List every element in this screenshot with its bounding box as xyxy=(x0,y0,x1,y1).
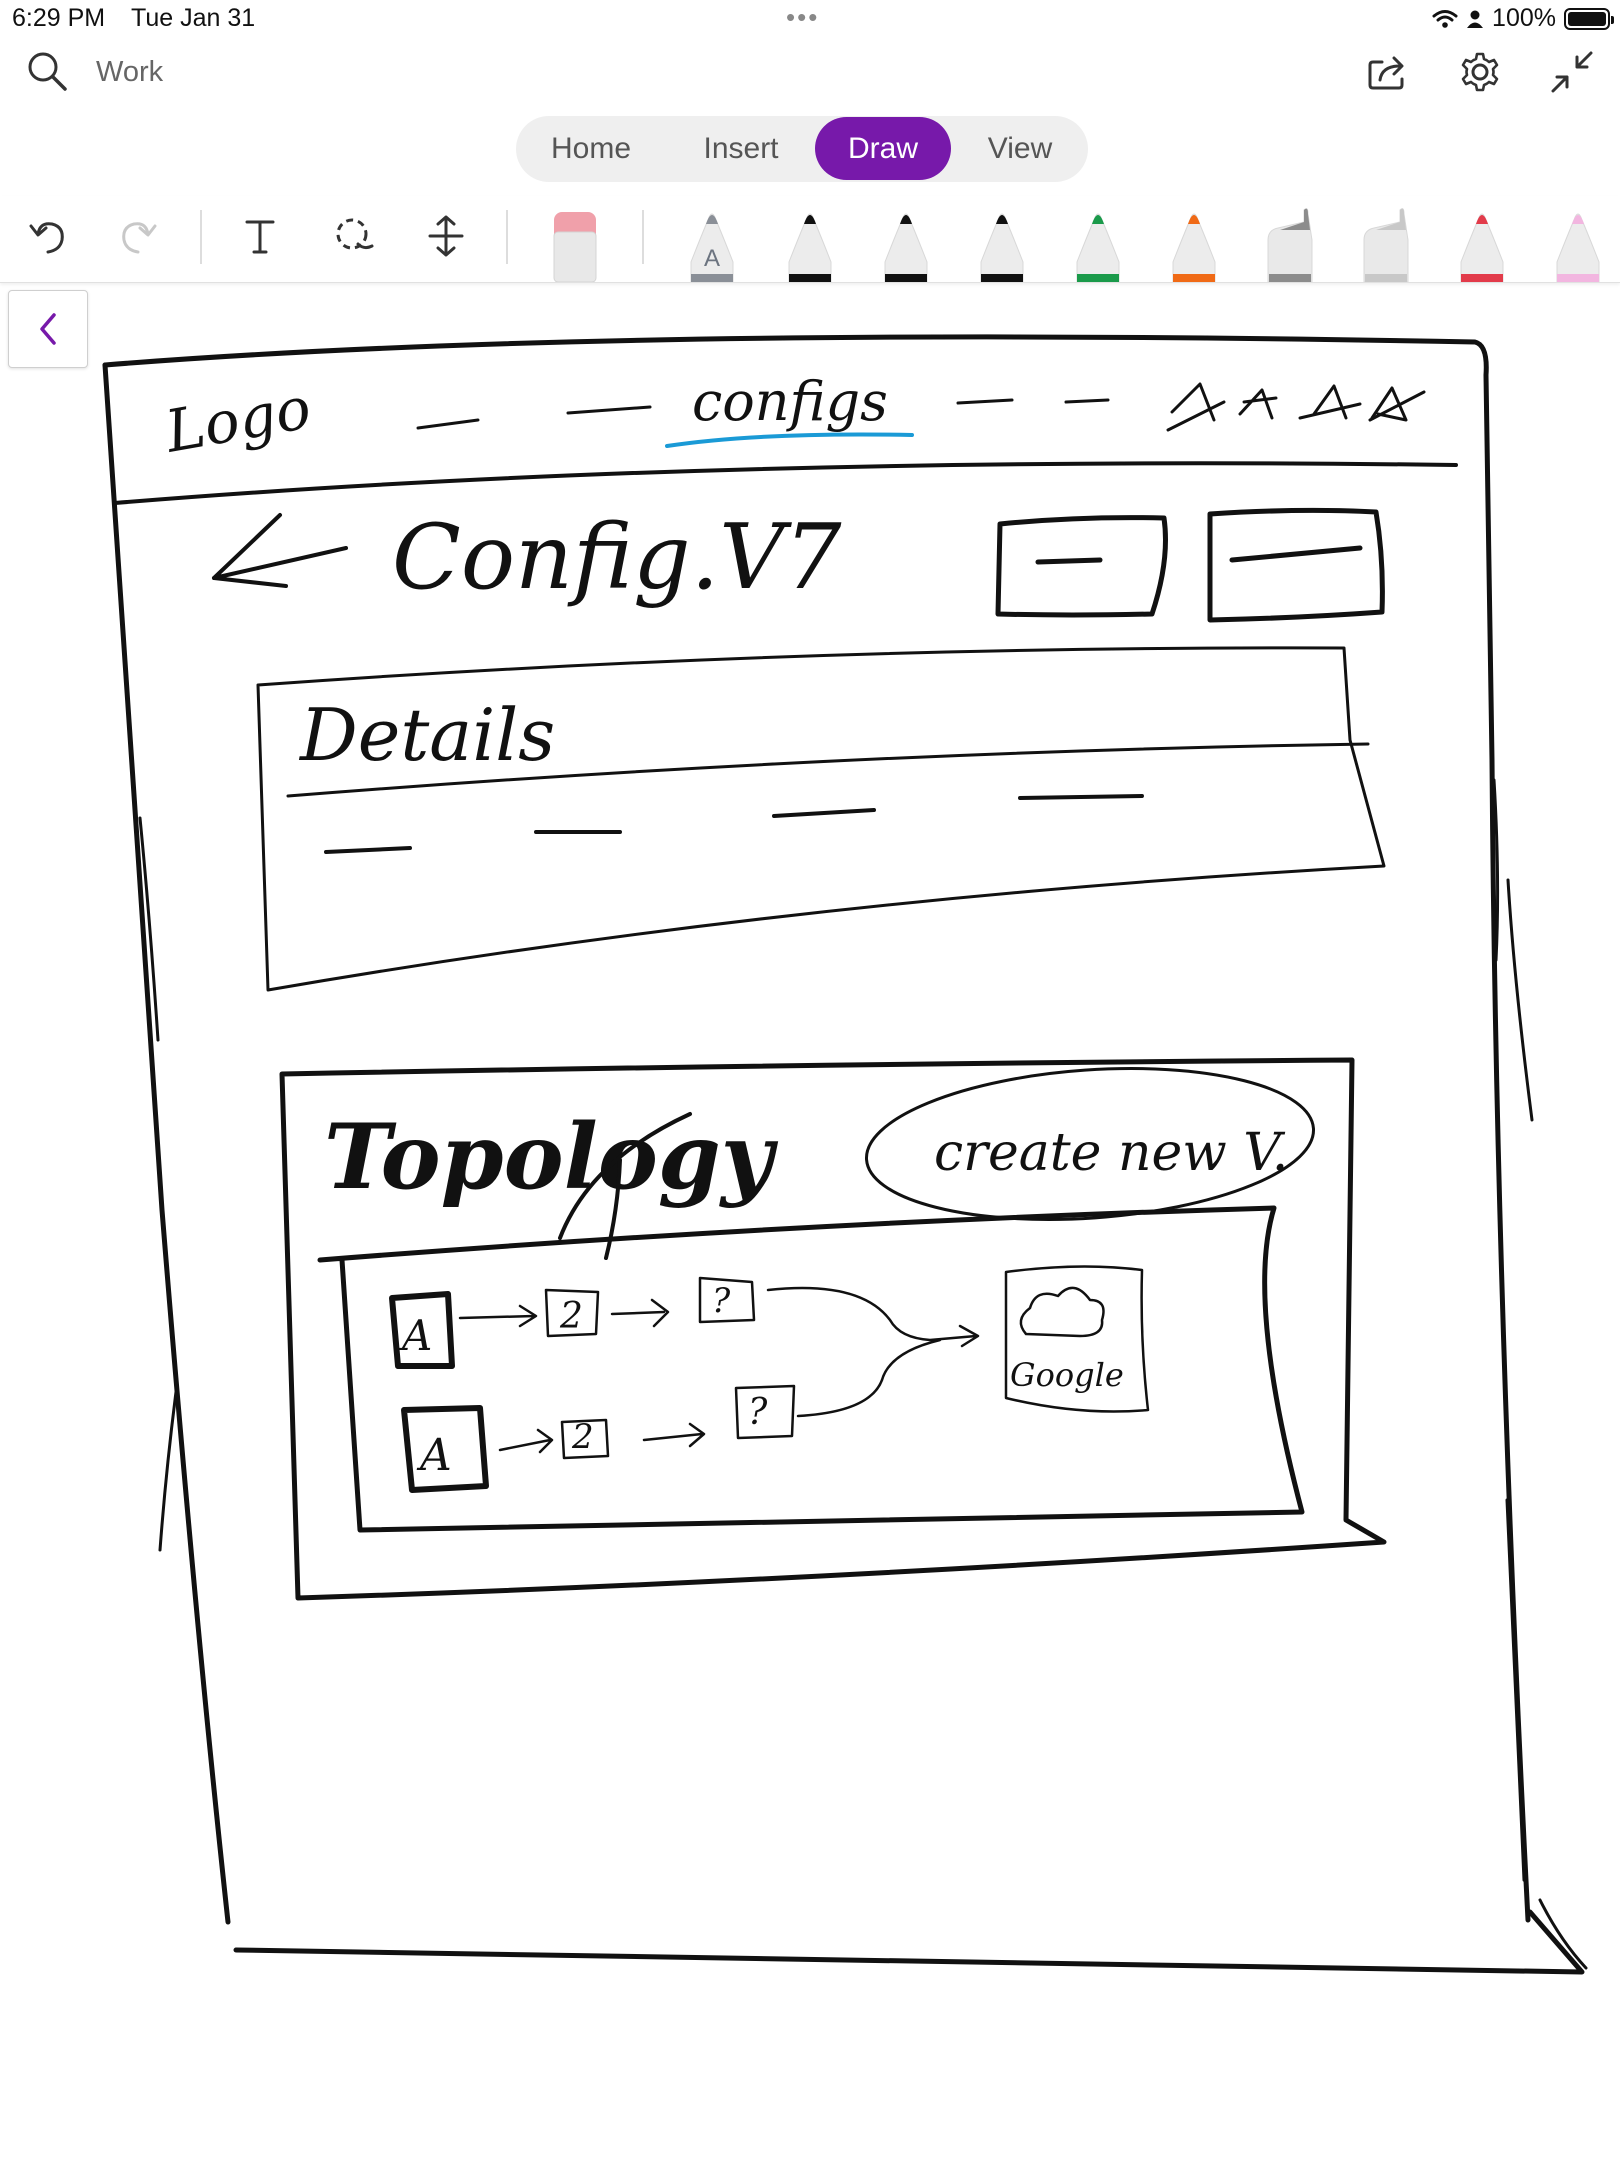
toolbar-divider xyxy=(642,210,644,264)
pen-tray: A xyxy=(690,208,1600,282)
topology-heading: Topology xyxy=(324,1104,779,1210)
tab-home[interactable]: Home xyxy=(530,116,652,182)
topology-diagram-panel xyxy=(317,1205,1305,1533)
gear-icon xyxy=(1461,52,1499,92)
pen-label: A xyxy=(704,245,720,272)
highlighter-light-gray-icon[interactable] xyxy=(1363,208,1409,282)
edge-a1-2 xyxy=(458,1304,538,1328)
settings-button[interactable] xyxy=(1456,48,1504,96)
share-button[interactable] xyxy=(1364,48,1412,96)
svg-text:A: A xyxy=(398,1311,432,1360)
multitasking-dots-icon[interactable]: ••• xyxy=(786,2,819,33)
pen-black-medium-icon[interactable] xyxy=(884,213,928,282)
wifi-icon xyxy=(1432,9,1458,28)
text-to-ink-pen-icon[interactable]: A xyxy=(690,213,734,282)
svg-text:A: A xyxy=(416,1430,452,1481)
sketch-button-2[interactable] xyxy=(1207,507,1385,623)
pen-red-icon[interactable] xyxy=(1460,213,1504,282)
collapse-icon xyxy=(1551,51,1593,93)
pen-orange-icon[interactable] xyxy=(1172,213,1216,282)
pen-pink-icon[interactable] xyxy=(1556,213,1600,282)
sketch-back-arrow xyxy=(212,513,348,588)
status-indicators: 100% xyxy=(1432,4,1614,33)
sketch-page-heading: Config.V7 xyxy=(392,505,842,610)
node-a-1: A xyxy=(389,1291,455,1369)
edge-q1-cloud xyxy=(766,1286,980,1348)
lasso-select-button[interactable] xyxy=(326,206,382,266)
details-heading: Details xyxy=(298,693,555,777)
share-icon xyxy=(1368,56,1404,90)
add-space-icon xyxy=(428,215,464,257)
nav-icons-scribble xyxy=(1166,382,1426,432)
node-two-1: 2 xyxy=(544,1288,600,1338)
battery-icon xyxy=(1564,7,1614,30)
cloud-provider-node: Google xyxy=(1004,1265,1150,1413)
svg-text:2: 2 xyxy=(559,1296,583,1337)
tab-draw[interactable]: Draw xyxy=(815,117,951,180)
collapse-button[interactable] xyxy=(1548,48,1596,96)
nav-active-underline xyxy=(665,432,914,448)
node-two-2: 2 xyxy=(560,1417,610,1460)
svg-text:Google: Google xyxy=(1010,1356,1124,1394)
pen-green-icon[interactable] xyxy=(1076,213,1120,282)
details-row-placeholder xyxy=(324,794,1144,854)
lasso-icon xyxy=(336,218,374,250)
create-new-version-label[interactable]: create new V. xyxy=(934,1123,1288,1183)
add-space-button[interactable] xyxy=(418,206,474,266)
frame-bottom-edge xyxy=(233,1909,1585,1975)
toolbar-divider xyxy=(200,210,202,264)
frame-right-extra xyxy=(1492,778,1588,1970)
svg-text:?: ? xyxy=(712,1281,731,1321)
sketch-logo: Logo xyxy=(160,374,316,466)
edge-q2-cloud xyxy=(796,1338,942,1418)
pen-black-fine-icon[interactable] xyxy=(788,213,832,282)
undo-icon xyxy=(29,222,64,254)
tab-insert[interactable]: Insert xyxy=(678,116,804,182)
eraser-icon[interactable] xyxy=(550,210,600,282)
status-time: 6:29 PM xyxy=(12,4,106,32)
tab-view[interactable]: View xyxy=(960,116,1080,182)
toolbar-divider xyxy=(506,210,508,264)
person-icon xyxy=(1467,10,1484,28)
svg-text:2: 2 xyxy=(571,1417,594,1457)
svg-text:?: ? xyxy=(748,1392,768,1433)
edge-2-q1 xyxy=(610,1298,670,1328)
type-text-button[interactable] xyxy=(232,206,288,266)
frame-left-edge xyxy=(102,362,231,1925)
edge-a2-2 xyxy=(498,1428,554,1454)
ink-canvas[interactable]: Logo configs Config.V7 Details Topology … xyxy=(0,284,1620,2160)
search-icon[interactable] xyxy=(26,50,68,92)
edge-2-q2 xyxy=(642,1422,706,1448)
highlighter-gray-icon[interactable] xyxy=(1267,208,1313,282)
pen-black-thick-icon[interactable] xyxy=(980,213,1024,282)
navbar-divider xyxy=(113,461,1458,505)
undo-button[interactable] xyxy=(20,206,76,266)
redo-icon xyxy=(122,222,157,254)
battery-percent: 100% xyxy=(1492,4,1556,32)
status-date: Tue Jan 31 xyxy=(131,4,256,32)
node-unknown-2: ? xyxy=(734,1384,796,1440)
node-unknown-1: ? xyxy=(698,1276,756,1324)
text-icon xyxy=(245,220,275,254)
redo-button[interactable] xyxy=(110,206,166,266)
cloud-icon xyxy=(1019,1286,1105,1338)
node-a-2: A xyxy=(401,1405,489,1493)
notebook-title[interactable]: Work xyxy=(96,56,163,89)
sketch-button-1[interactable] xyxy=(995,515,1168,618)
sketch-nav-configs: configs xyxy=(692,370,888,433)
